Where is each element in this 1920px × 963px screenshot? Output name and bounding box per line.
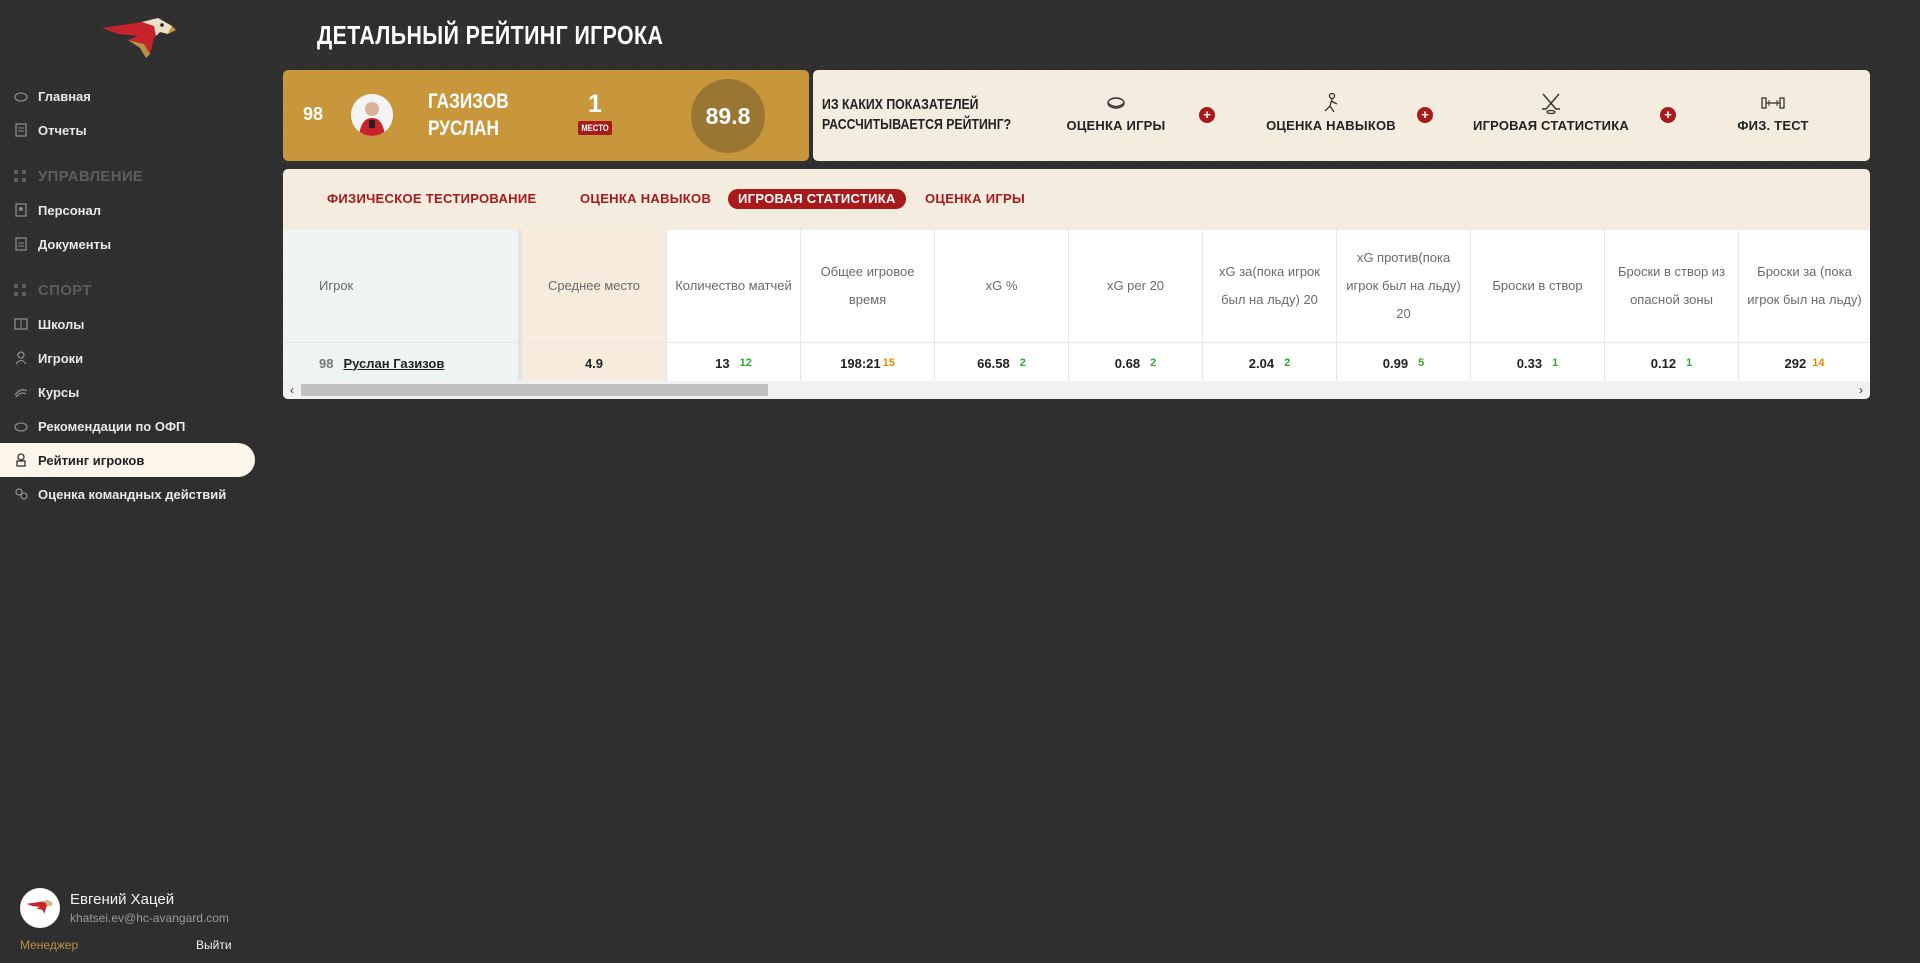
nav-item-home[interactable]: Главная xyxy=(0,79,255,113)
nav-item-label: Рейтинг игроков xyxy=(38,452,145,468)
rating-question: ИЗ КАКИХ ПОКАЗАТЕЛЕЙ РАССЧИТЫВАЕТСЯ РЕЙТ… xyxy=(822,96,1012,133)
plus-icon: + xyxy=(1660,107,1676,123)
courses-icon xyxy=(13,384,29,400)
tab-bar: ФИЗИЧЕСКОЕ ТЕСТИРОВАНИЕ ОЦЕНКА НАВЫКОВ И… xyxy=(283,169,1870,230)
nav-item-label: Персонал xyxy=(38,202,102,218)
nav-item-label: Главная xyxy=(38,88,91,104)
nav-item-label: Рекомендации по ОФП xyxy=(38,418,186,434)
table-header[interactable]: Броски в створ из опасной зоны xyxy=(1605,230,1739,343)
dashboard-icon xyxy=(13,88,29,104)
grid-icon xyxy=(13,283,29,299)
tab-skills-evaluation[interactable]: ОЦЕНКА НАВЫКОВ xyxy=(570,189,721,209)
row-cell-xg-against: 0.99 5 xyxy=(1337,343,1471,383)
avangard-logo[interactable] xyxy=(98,14,178,64)
stats-table: Игрок Среднее место Количество матчей Об… xyxy=(283,230,1870,385)
row-cell-xg-percent: 66.58 2 xyxy=(935,343,1069,383)
tab-game-evaluation[interactable]: ОЦЕНКА ИГРЫ xyxy=(915,189,1035,209)
user-role: Менеджер xyxy=(20,938,79,952)
players-icon xyxy=(13,350,29,366)
nav-item-label: Оценка командных действий xyxy=(38,486,227,502)
plus-icon: + xyxy=(1417,107,1433,123)
nav-item-label: Игроки xyxy=(38,350,84,366)
metric-physical-test[interactable]: ФИЗ. ТЕСТ xyxy=(1713,92,1833,133)
player-score: 89.8 xyxy=(691,79,765,153)
rating-icon xyxy=(13,452,29,468)
row-cell-shots-on-goal: 0.33 1 xyxy=(1471,343,1605,383)
page-title: ДЕТАЛЬНЫЙ РЕЙТИНГ ИГРОКА xyxy=(317,20,664,50)
place-label: МЕСТО xyxy=(578,121,613,135)
table-header[interactable]: Броски в створ xyxy=(1471,230,1605,343)
nav-item-reports[interactable]: Отчеты xyxy=(0,113,255,147)
player-name: ГАЗИЗОВ РУСЛАН xyxy=(428,90,509,140)
logout-button[interactable]: Выйти xyxy=(196,938,232,952)
team-actions-icon xyxy=(13,486,29,502)
place-value: 1 xyxy=(588,90,602,118)
table-row-player: 98 Руслан Газизов xyxy=(283,343,518,383)
crossed-sticks-icon xyxy=(1451,92,1651,115)
documents-icon xyxy=(13,236,29,252)
row-player-number: 98 xyxy=(319,355,334,371)
scroll-left-icon[interactable]: ‹ xyxy=(285,383,299,397)
table-header[interactable]: Количество матчей xyxy=(667,230,801,343)
row-cell-time: 198:21 15 xyxy=(801,343,935,383)
nav-item-courses[interactable]: Курсы xyxy=(0,375,255,409)
tab-physical-testing[interactable]: ФИЗИЧЕСКОЕ ТЕСТИРОВАНИЕ xyxy=(317,189,546,209)
row-cell-dangerous-shots: 0.12 1 xyxy=(1605,343,1739,383)
puck-icon xyxy=(1056,92,1176,114)
user-email: khatsei.ev@hc-avangard.com xyxy=(70,911,229,925)
nav-item-label: Документы xyxy=(38,236,112,252)
row-cell-xg-per20: 0.68 2 xyxy=(1069,343,1203,383)
user-name: Евгений Хацей xyxy=(70,891,175,908)
metric-skills-evaluation[interactable]: ОЦЕНКА НАВЫКОВ xyxy=(1251,92,1411,133)
table-header[interactable]: xG per 20 xyxy=(1069,230,1203,343)
dumbbell-icon xyxy=(1713,92,1833,114)
horizontal-scrollbar[interactable]: ‹ › xyxy=(283,381,1870,399)
nav-item-team-actions[interactable]: Оценка командных действий xyxy=(0,477,255,511)
nav-item-recommendations[interactable]: Рекомендации по ОФП xyxy=(0,409,255,443)
section-sport-title: СПОРТ xyxy=(13,282,92,299)
player-photo xyxy=(351,94,393,136)
nav-item-label: Отчеты xyxy=(38,122,87,138)
table-header[interactable]: Игрок xyxy=(283,230,518,343)
table-header[interactable]: xG против(пока игрок был на льду) 20 xyxy=(1337,230,1471,343)
metric-game-evaluation[interactable]: ОЦЕНКА ИГРЫ xyxy=(1056,92,1176,133)
skater-icon xyxy=(1251,92,1411,114)
nav-item-documents[interactable]: Документы xyxy=(0,227,255,261)
plus-icon: + xyxy=(1199,107,1215,123)
report-icon xyxy=(13,122,29,138)
nav-item-label: Школы xyxy=(38,316,85,332)
schools-icon xyxy=(13,316,29,332)
recommendations-icon xyxy=(13,418,29,434)
table-header[interactable]: Броски за (пока игрок был на льду) xyxy=(1739,230,1870,343)
table-header[interactable]: Среднее место xyxy=(522,230,667,343)
row-cell-shots-for: 292 14 xyxy=(1784,355,1825,371)
scroll-right-icon[interactable]: › xyxy=(1854,383,1868,397)
section-management-title: УПРАВЛЕНИЕ xyxy=(13,168,143,185)
nav-item-players[interactable]: Игроки xyxy=(0,341,255,375)
row-avg-place: 4.9 xyxy=(522,343,667,383)
row-cell-matches: 13 12 xyxy=(667,343,801,383)
metric-game-statistics[interactable]: ИГРОВАЯ СТАТИСТИКА xyxy=(1451,92,1651,133)
nav-item-label: Курсы xyxy=(38,384,80,400)
row-cell-xg-for: 2.04 2 xyxy=(1203,343,1337,383)
rating-composition-card: ИЗ КАКИХ ПОКАЗАТЕЛЕЙ РАССЧИТЫВАЕТСЯ РЕЙТ… xyxy=(813,70,1870,161)
player-summary-card: 98 ГАЗИЗОВ РУСЛАН 1 МЕСТО 89.8 xyxy=(283,70,809,161)
tab-game-statistics[interactable]: ИГРОВАЯ СТАТИСТИКА xyxy=(728,189,906,209)
nav-item-rating[interactable]: Рейтинг игроков xyxy=(0,443,255,477)
table-header[interactable]: xG за(пока игрок был на льду) 20 xyxy=(1203,230,1337,343)
stats-panel: ФИЗИЧЕСКОЕ ТЕСТИРОВАНИЕ ОЦЕНКА НАВЫКОВ И… xyxy=(283,169,1870,399)
avatar[interactable] xyxy=(20,888,60,928)
player-link[interactable]: Руслан Газизов xyxy=(343,356,444,371)
table-header[interactable]: Общее игровое время xyxy=(801,230,935,343)
player-place: 1 МЕСТО xyxy=(575,90,615,136)
nav-item-staff[interactable]: Персонал xyxy=(0,193,255,227)
player-number: 98 xyxy=(303,104,324,124)
nav-item-schools[interactable]: Школы xyxy=(0,307,255,341)
sidebar: Главная Отчеты УПРАВЛЕНИЕ Персонал Докум… xyxy=(0,0,256,963)
staff-icon xyxy=(13,202,29,218)
grid-icon xyxy=(13,169,29,185)
table-header[interactable]: xG % xyxy=(935,230,1069,343)
scroll-thumb[interactable] xyxy=(301,384,768,396)
